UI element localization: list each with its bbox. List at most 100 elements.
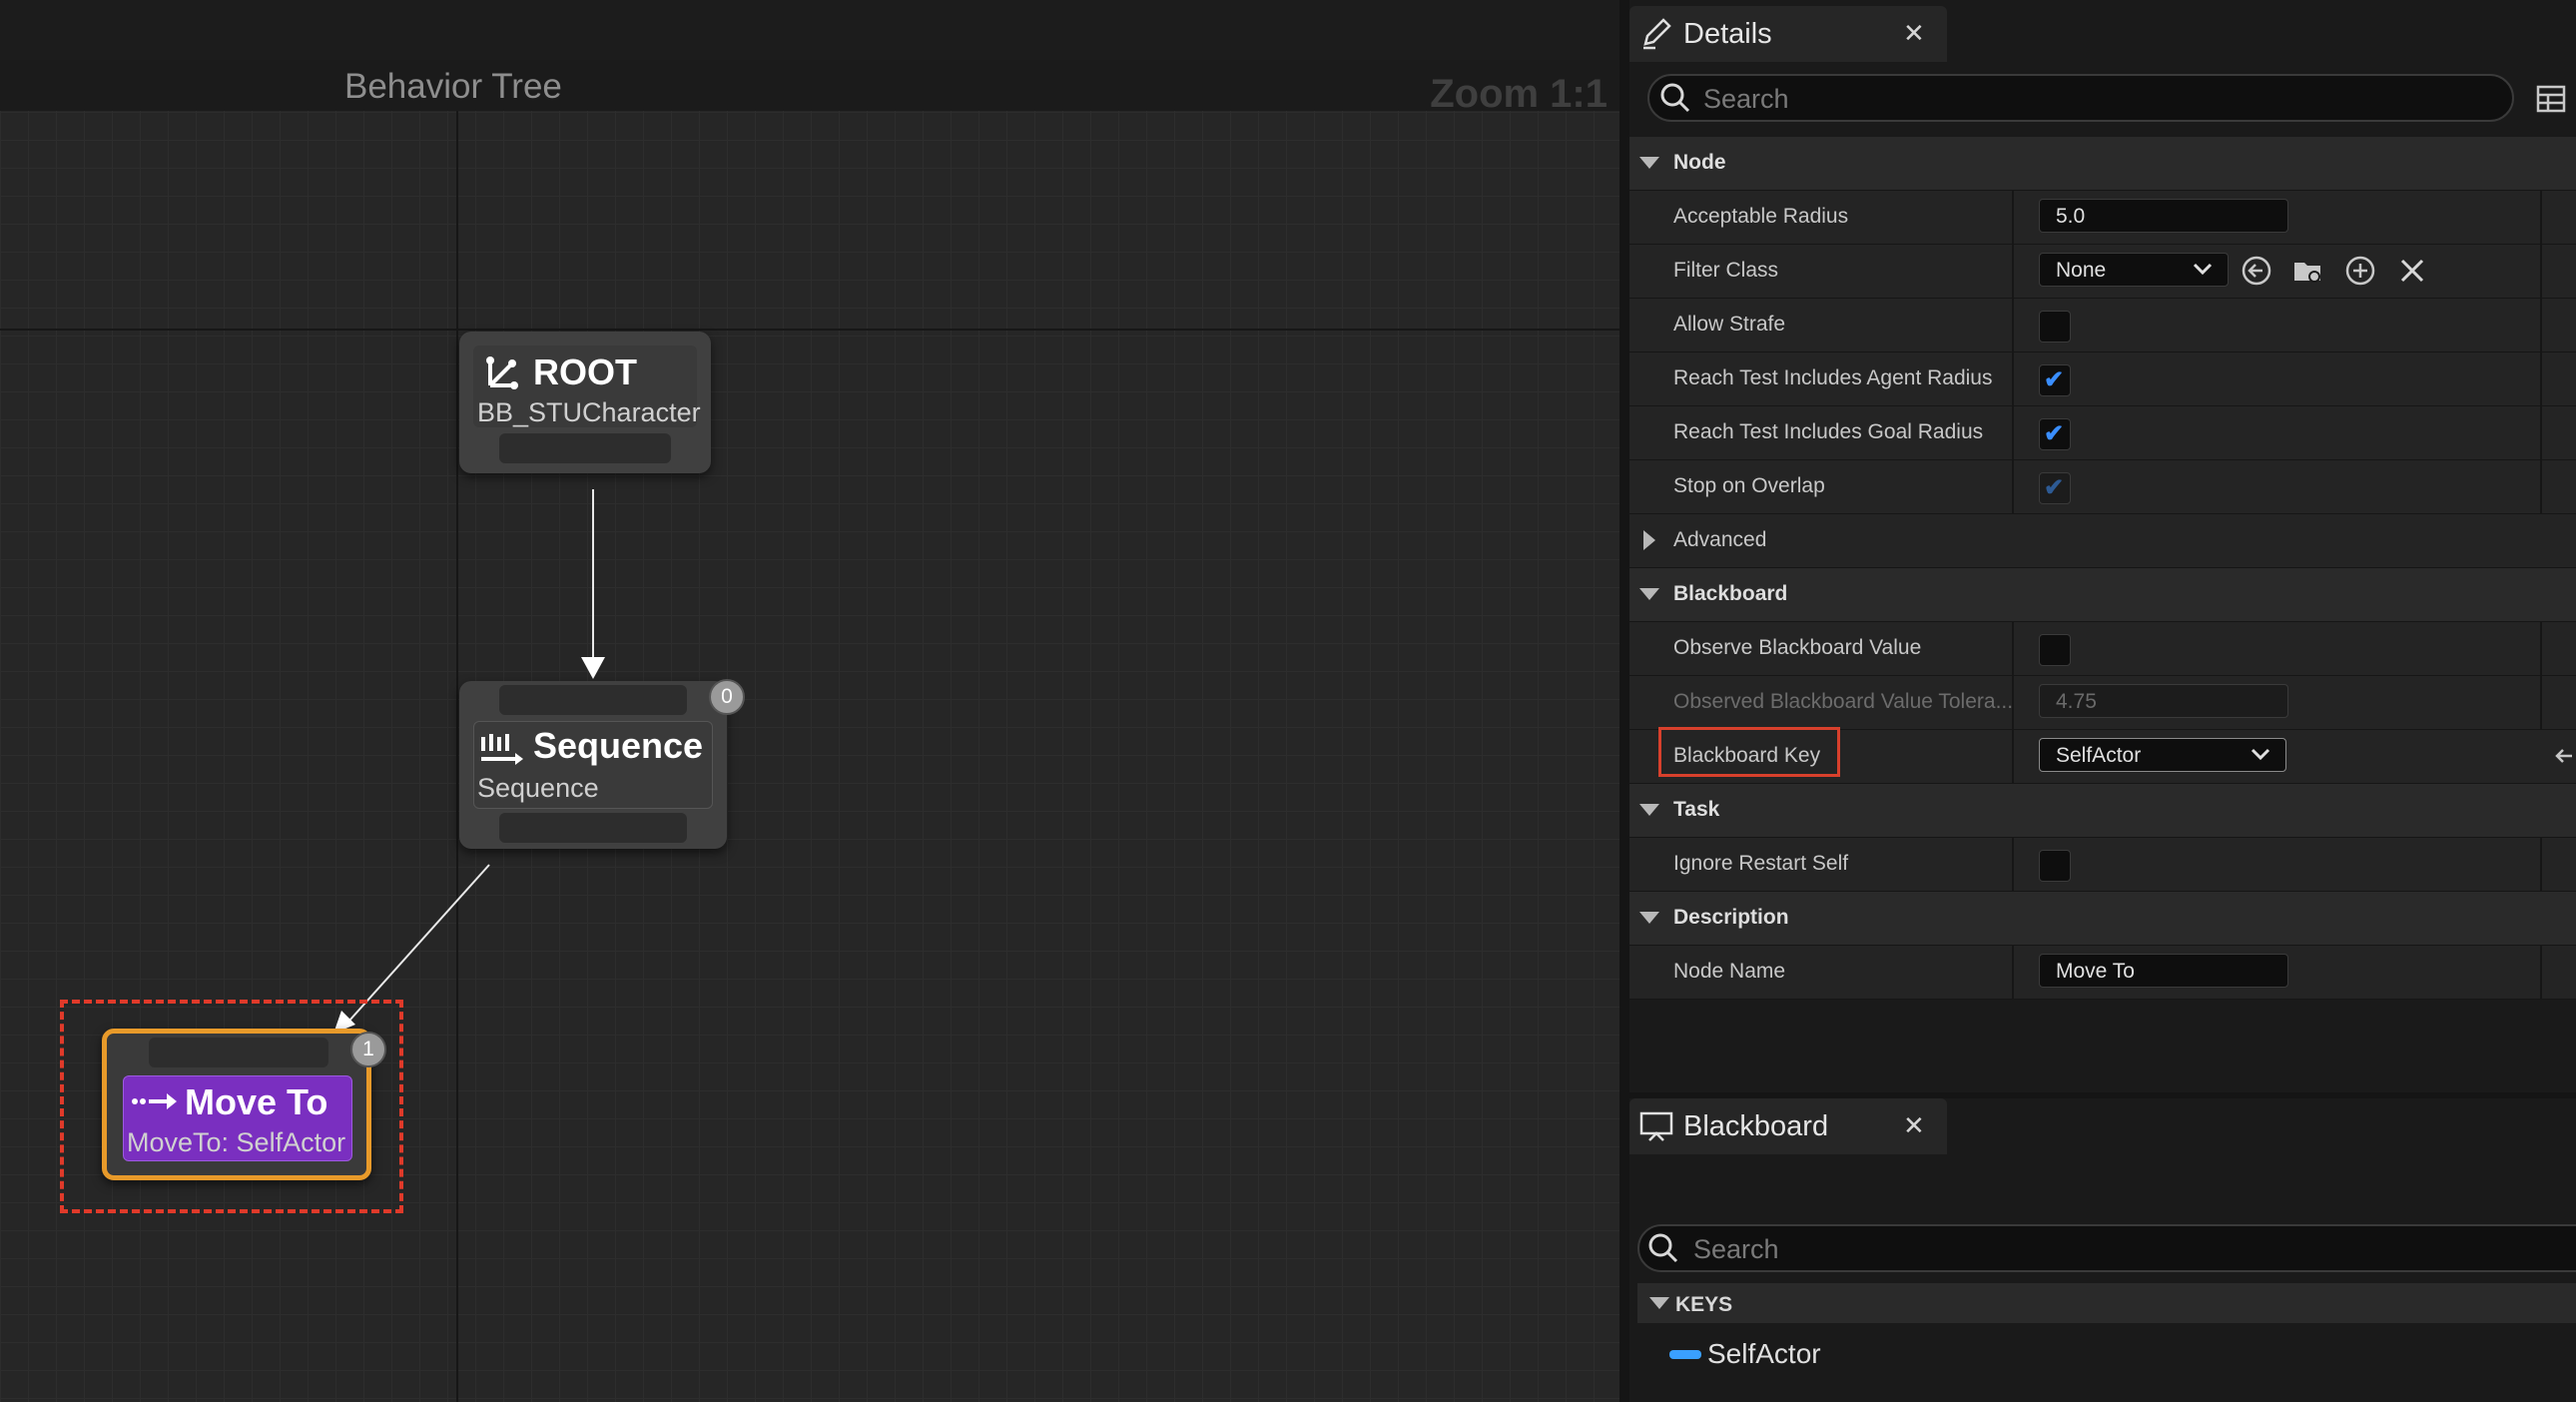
move-arrow-icon xyxy=(132,1093,177,1109)
blackboard-tab-label: Blackboard xyxy=(1683,1110,1829,1142)
property-label: Allow Strafe xyxy=(1673,313,1786,336)
root-node[interactable]: ROOT BB_STUCharacter xyxy=(459,332,711,473)
reset-arrow-icon[interactable] xyxy=(2552,744,2576,768)
expand-arrow-icon[interactable] xyxy=(1639,588,1659,600)
category-description[interactable]: Description xyxy=(1629,892,2576,946)
acceptable-radius-input[interactable]: 5.0 xyxy=(2039,199,2288,233)
reach-goal-radius-checkbox[interactable]: ✔ xyxy=(2039,418,2071,450)
category-label: Description xyxy=(1673,906,1789,929)
column-divider xyxy=(2540,406,2542,459)
search-placeholder: Search xyxy=(1693,1234,1779,1264)
column-divider xyxy=(2540,352,2542,405)
category-label: Task xyxy=(1673,798,1720,821)
close-icon[interactable] xyxy=(2396,255,2428,287)
column-divider xyxy=(2012,622,2014,675)
column-divider xyxy=(2540,676,2542,729)
blackboard-tab[interactable]: Blackboard ✕ xyxy=(1629,1098,1947,1154)
move-to-node[interactable]: Move To MoveTo: SelfActor 1 xyxy=(102,1029,386,1180)
property-reach-agent-radius: Reach Test Includes Agent Radius ✔ xyxy=(1629,352,2576,406)
checkmark-icon: ✔ xyxy=(2044,474,2065,501)
ignore-restart-self-checkbox[interactable] xyxy=(2039,850,2071,882)
blackboard-key-item[interactable]: SelfActor xyxy=(1707,1338,1821,1370)
property-acceptable-radius: Acceptable Radius 5.0 xyxy=(1629,191,2576,245)
sequence-node[interactable]: Sequence Sequence 0 xyxy=(459,679,745,849)
root-output-pin[interactable] xyxy=(499,433,671,463)
observed-tolerance-input[interactable]: 4.75 xyxy=(2039,684,2288,718)
expand-arrow-icon[interactable] xyxy=(1639,804,1659,816)
category-blackboard[interactable]: Blackboard xyxy=(1629,568,2576,622)
folder-search-icon[interactable] xyxy=(2292,255,2324,287)
property-ignore-restart-self: Ignore Restart Self xyxy=(1629,838,2576,892)
category-node[interactable]: Node xyxy=(1629,137,2576,191)
search-icon xyxy=(1648,1233,1678,1263)
pencil-icon xyxy=(1643,18,1671,50)
execution-index-badge: 1 xyxy=(350,1032,386,1067)
move-to-input-pin[interactable] xyxy=(149,1038,328,1067)
sequence-input-pin[interactable] xyxy=(499,685,687,715)
filter-class-dropdown[interactable]: None xyxy=(2039,253,2229,287)
category-task[interactable]: Task xyxy=(1629,784,2576,838)
category-label: Node xyxy=(1673,151,1726,174)
expand-arrow-icon[interactable] xyxy=(1639,912,1659,924)
dropdown-value: SelfActor xyxy=(2056,744,2142,767)
details-search-input[interactable]: Search xyxy=(1647,74,2514,122)
expand-arrow-icon[interactable] xyxy=(1639,157,1659,169)
column-divider xyxy=(2012,946,2014,999)
keys-category[interactable]: KEYS xyxy=(1637,1283,2576,1323)
property-reach-goal-radius: Reach Test Includes Goal Radius ✔ xyxy=(1629,406,2576,460)
checkmark-icon: ✔ xyxy=(2044,366,2065,393)
category-advanced[interactable]: Advanced xyxy=(1629,514,2576,568)
details-panel: Details ✕ Search Node Acceptable Radius … xyxy=(1629,0,2576,1092)
property-label: Observed Blackboard Value Tolera... xyxy=(1673,690,2014,713)
allow-strafe-checkbox[interactable] xyxy=(2039,311,2071,343)
column-divider xyxy=(2012,245,2014,298)
property-label: Reach Test Includes Agent Radius xyxy=(1673,366,1993,389)
column-divider xyxy=(2012,460,2014,513)
dropdown-value: None xyxy=(2056,259,2107,282)
column-divider xyxy=(2012,352,2014,405)
reach-agent-radius-checkbox[interactable]: ✔ xyxy=(2039,364,2071,396)
category-label: Advanced xyxy=(1673,528,1767,551)
column-divider xyxy=(2012,191,2014,244)
observe-bb-value-checkbox[interactable] xyxy=(2039,634,2071,666)
sequence-output-pin[interactable] xyxy=(499,813,687,843)
column-divider xyxy=(2012,730,2014,783)
property-allow-strafe: Allow Strafe xyxy=(1629,299,2576,352)
search-placeholder: Search xyxy=(1703,84,1789,114)
property-label: Filter Class xyxy=(1673,259,1779,282)
graph-editor[interactable]: Behavior Tree Zoom 1:1 ROOT BB_STUCharac… xyxy=(0,0,1619,1402)
column-divider xyxy=(2012,838,2014,891)
close-icon[interactable]: ✕ xyxy=(1903,1110,1925,1141)
plus-circle-icon[interactable] xyxy=(2344,255,2376,287)
wire-arrowhead xyxy=(581,657,605,679)
property-stop-on-overlap: Stop on Overlap ✔ xyxy=(1629,460,2576,514)
search-icon xyxy=(1660,83,1690,113)
monitor-icon xyxy=(1639,1111,1673,1141)
expand-arrow-icon[interactable] xyxy=(1643,530,1655,550)
keys-label: KEYS xyxy=(1675,1293,1733,1316)
property-observe-bb-value: Observe Blackboard Value xyxy=(1629,622,2576,676)
root-node-title: ROOT xyxy=(533,351,637,392)
close-icon[interactable]: ✕ xyxy=(1903,18,1925,49)
property-label: Acceptable Radius xyxy=(1673,205,1849,228)
property-label: Stop on Overlap xyxy=(1673,474,1825,497)
column-divider xyxy=(2540,946,2542,999)
table-icon[interactable] xyxy=(2536,84,2566,114)
column-divider xyxy=(2540,191,2542,244)
annotation-highlight xyxy=(1658,727,1840,777)
property-observed-tolerance: Observed Blackboard Value Tolera... 4.75 xyxy=(1629,676,2576,730)
sequence-node-subtitle: Sequence xyxy=(477,773,599,803)
arrow-left-circle-icon[interactable] xyxy=(2241,255,2272,287)
node-name-input[interactable]: Move To xyxy=(2039,954,2288,988)
blackboard-search-input[interactable]: Search xyxy=(1637,1224,2576,1272)
blackboard-key-dropdown[interactable]: SelfActor xyxy=(2039,738,2286,772)
details-tab-label: Details xyxy=(1683,18,1772,50)
move-to-node-subtitle: MoveTo: SelfActor xyxy=(127,1127,346,1157)
expand-arrow-icon[interactable] xyxy=(1649,1297,1669,1309)
property-label: Observe Blackboard Value xyxy=(1673,636,1922,659)
wire-sequence-to-moveto xyxy=(348,864,490,1022)
stop-on-overlap-checkbox[interactable]: ✔ xyxy=(2039,472,2071,504)
details-tab[interactable]: Details ✕ xyxy=(1629,6,1947,62)
root-node-subtitle: BB_STUCharacter xyxy=(477,397,701,427)
property-filter-class: Filter Class None xyxy=(1629,245,2576,299)
